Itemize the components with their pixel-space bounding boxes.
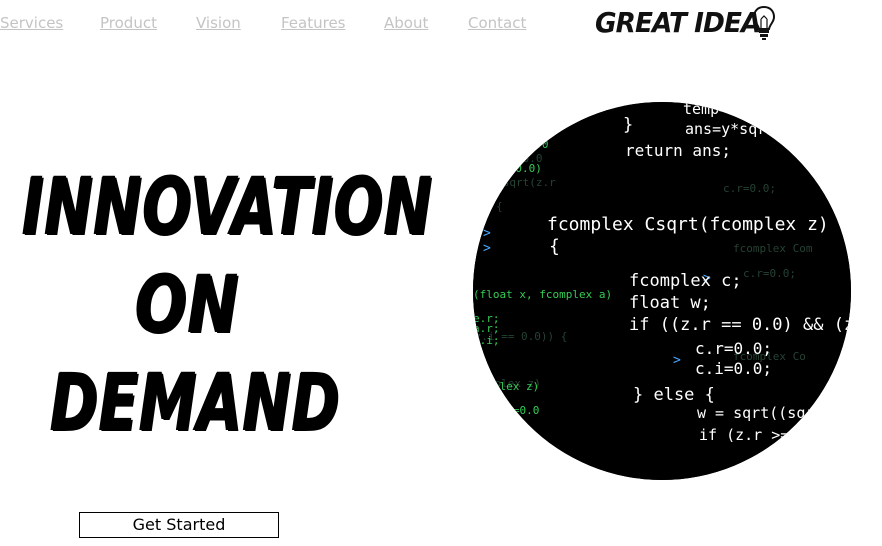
svg-text:>: > [543, 121, 551, 136]
svg-text:(float x, fcomplex a): (float x, fcomplex a) [473, 288, 612, 301]
nav-link-contact[interactable]: Contact [468, 14, 526, 32]
code-image: } (z.i = 0.0 sqrt((sqrt(z.r else { c.r=0… [473, 102, 851, 480]
headline-line-1: INNOVATION [22, 162, 433, 252]
nav-link-product[interactable]: Product [100, 14, 157, 32]
code-line-9: if ((z.r == 0.0) && (z.i == 0.0)) { [629, 315, 851, 335]
svg-text:>: > [483, 226, 491, 241]
svg-text:else {: else { [473, 200, 503, 213]
code-line-6: { [549, 236, 560, 257]
code-line-5: fcomplex Csqrt(fcomplex z) [547, 214, 829, 235]
nav-link-services[interactable]: Services [0, 14, 63, 32]
svg-text:z.r >= 0.0): z.r >= 0.0) [473, 162, 542, 175]
code-line-1: temp=x/y; [683, 102, 764, 118]
svg-text:>: > [483, 241, 491, 256]
logo[interactable]: GREAT IDEA [595, 4, 785, 44]
svg-text:complex z): complex z) [473, 380, 539, 393]
svg-text:sqrt((sqrt(z.r: sqrt((sqrt(z.r [473, 176, 556, 189]
svg-text:float w;: float w; [473, 422, 521, 435]
svg-text:a.i;: a.i; [473, 334, 500, 347]
code-line-10: c.r=0.0; [695, 339, 772, 358]
get-started-button[interactable]: Get Started [79, 512, 279, 538]
headline-line-3: DEMAND [50, 358, 341, 448]
svg-text:>: > [673, 353, 681, 368]
svg-text:c.r=0.0;: c.r=0.0; [743, 267, 796, 280]
svg-text:c.r=0.0: c.r=0.0 [493, 404, 539, 417]
nav-link-features[interactable]: Features [281, 14, 346, 32]
nav-link-about[interactable]: About [384, 14, 428, 32]
code-line-4: return ans; [625, 141, 731, 160]
code-line-14: if (z.r >= 0.0){ [699, 426, 844, 444]
code-line-7: fcomplex c; [629, 271, 742, 291]
svg-text:{ (z.i = 0.0: { (z.i = 0.0 [473, 138, 548, 151]
code-line-11: c.i=0.0; [695, 359, 772, 378]
code-line-12: } else { [633, 385, 715, 405]
code-line-2: ans=y*sqrt(1.0+temp*temp [685, 120, 851, 138]
code-line-13: w = sqrt((sqrt(z.r [697, 404, 851, 422]
code-image-circle: } (z.i = 0.0 sqrt((sqrt(z.r else { c.r=0… [473, 102, 851, 480]
code-line-3: } [623, 115, 633, 135]
headline-line-2: ON [135, 260, 240, 350]
logo-text: GREAT IDEA [595, 6, 761, 39]
code-line-8: float w; [629, 293, 711, 313]
nav-link-vision[interactable]: Vision [196, 14, 241, 32]
svg-text:c.r=0.0;: c.r=0.0; [723, 182, 776, 195]
lightbulb-icon [752, 5, 776, 40]
svg-text:fcomplex Com: fcomplex Com [733, 242, 813, 255]
